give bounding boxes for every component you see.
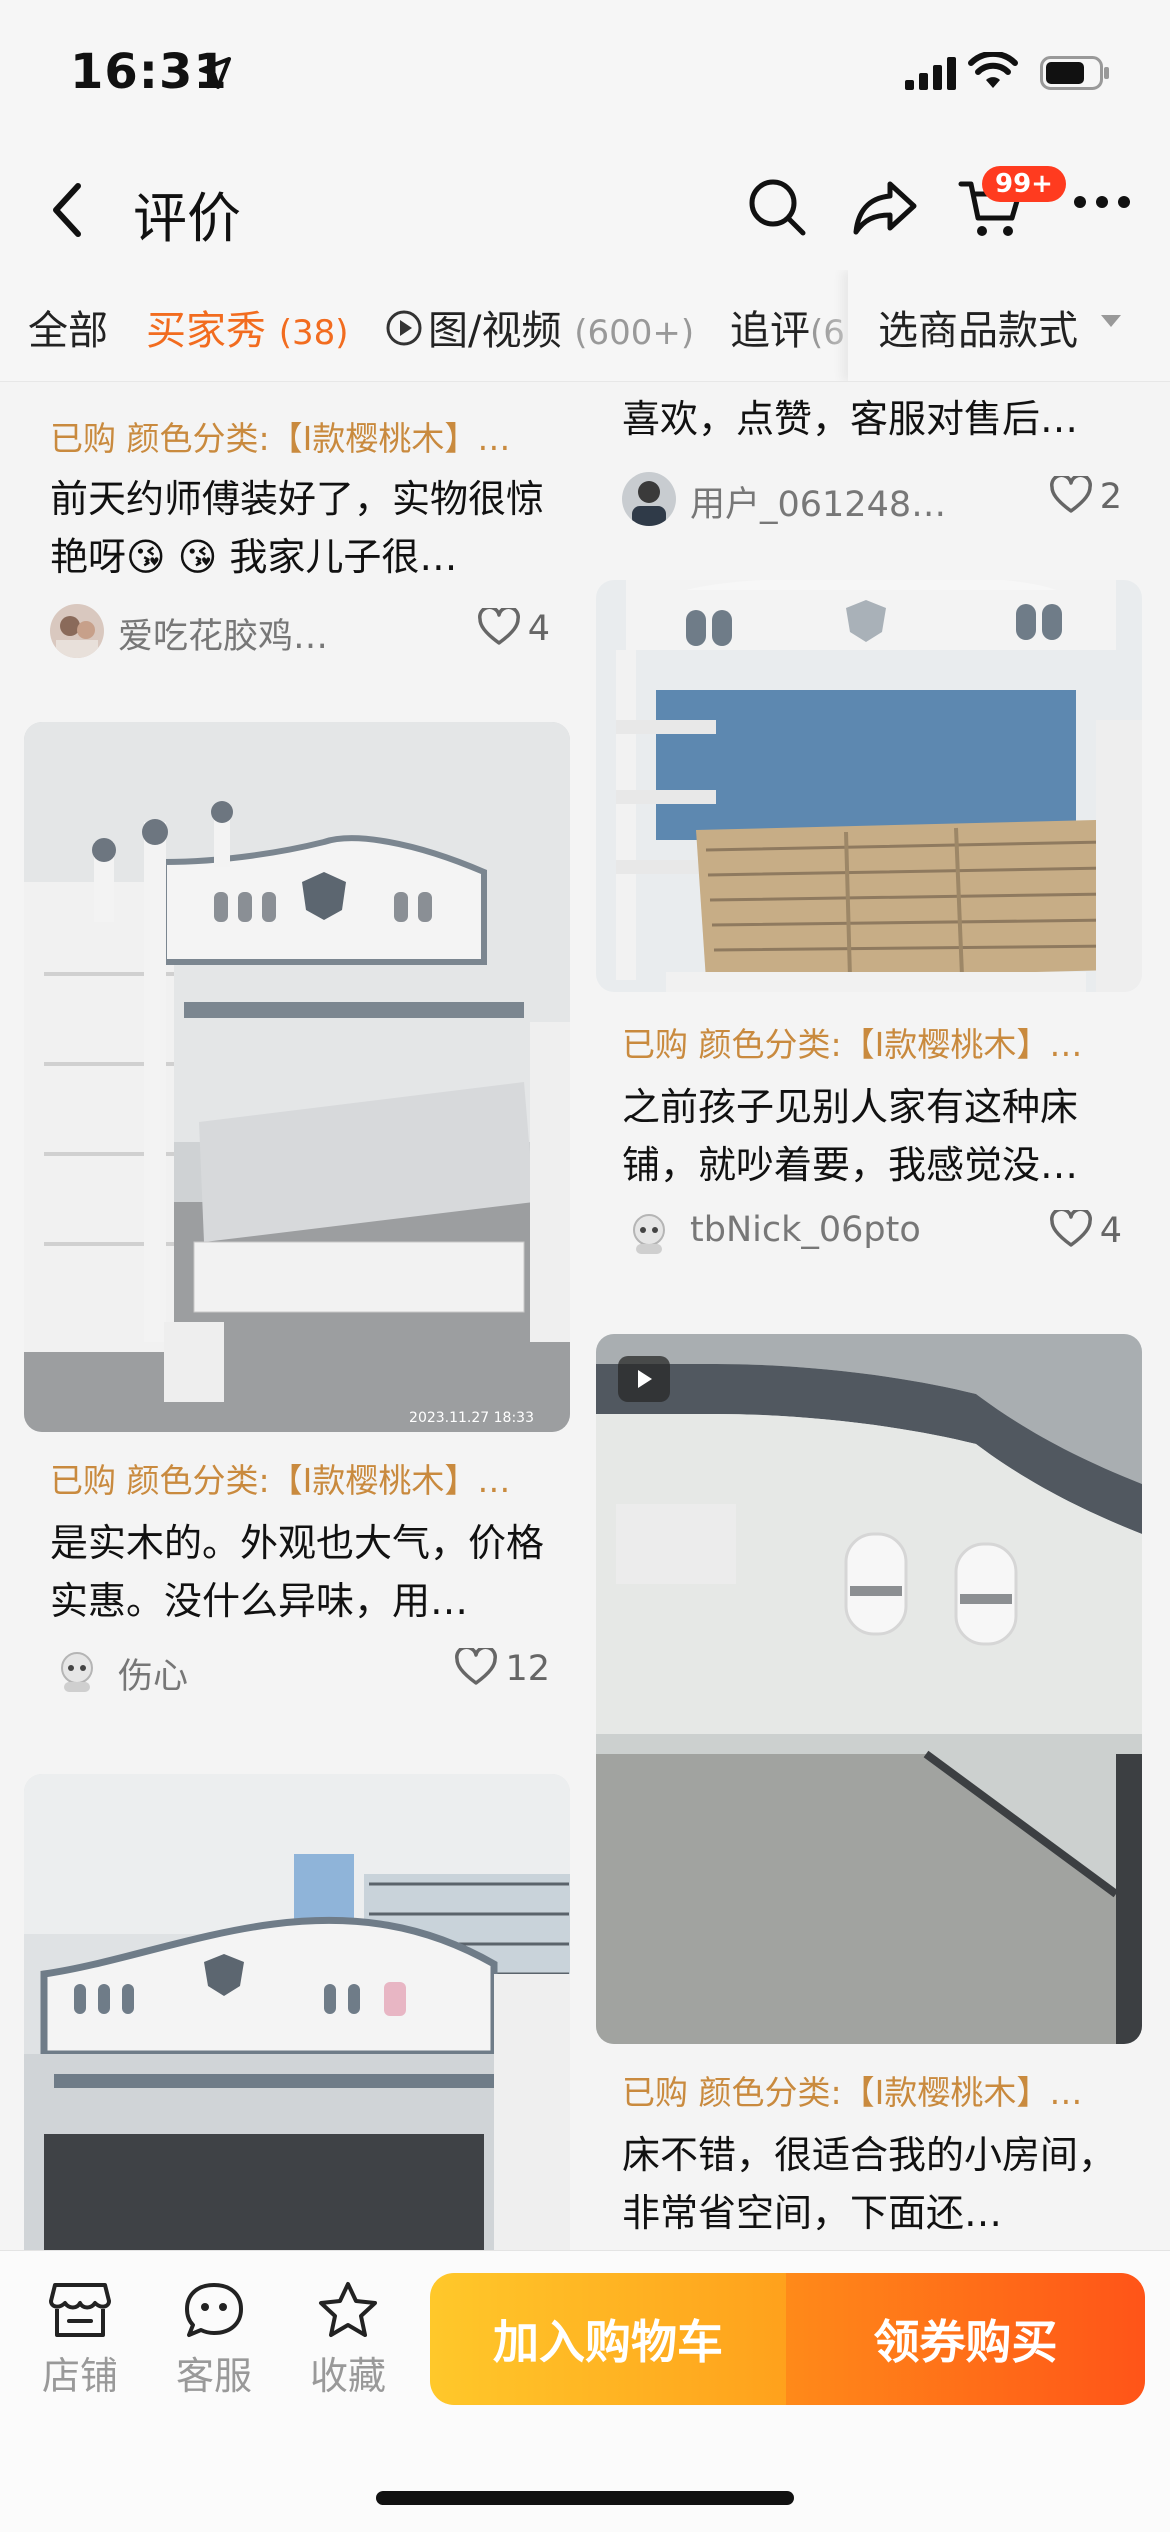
heart-icon [455, 1645, 498, 1685]
store-label: 店铺 [41, 2354, 118, 2398]
review-text: 前天约师傅装好了，实物很惊艳呀😘 😘 我家儿子很… [50, 477, 545, 579]
review-user: tbNick_06pto 4 [622, 1204, 1122, 1260]
filter-tabs: 全部 买家秀 (38) 图/视频 (600+) 追评(6 选商品款式 [0, 270, 1170, 382]
review-text: 之前孩子见别人家有这种床铺，就吵着要，我感觉没… [622, 1085, 1079, 1187]
review-user: 用户_061248… 2 [622, 470, 1122, 526]
like-count: 4 [1099, 1211, 1122, 1251]
review-video[interactable] [596, 1334, 1142, 2044]
favorite-button[interactable]: 收藏 [298, 2281, 398, 2400]
tab-count: (600+) [574, 313, 695, 353]
like-count: 4 [527, 609, 550, 649]
tab-all[interactable]: 全部 [28, 298, 108, 356]
star-icon [319, 2282, 377, 2337]
back-arrow-icon[interactable] [48, 180, 84, 240]
service-label: 客服 [175, 2354, 252, 2398]
review-username: tbNick_06pto [690, 1210, 921, 1250]
review-photo[interactable] [24, 1774, 570, 2250]
home-indicator[interactable] [376, 2491, 794, 2505]
review-photo[interactable] [596, 580, 1142, 992]
avatar [50, 604, 104, 658]
customer-service-button[interactable]: 客服 [164, 2281, 264, 2400]
style-selector-label: 选商品款式 [878, 308, 1078, 354]
review-username: 用户_061248… [690, 485, 947, 525]
purchase-buttons: 加入购物车 领券购买 [430, 2273, 1145, 2405]
cart-count-badge: 99+ [982, 166, 1066, 202]
like-button[interactable]: 4 [477, 605, 550, 649]
heart-icon [477, 605, 520, 645]
review-card[interactable]: 2023.11.27 18:33 已购 颜色分类:【I款樱桃木】… 是实木的。外… [24, 722, 570, 1722]
photo-timestamp: 2023.11.27 18:33 [409, 1410, 534, 1426]
review-photo[interactable]: 2023.11.27 18:33 [24, 722, 570, 1432]
like-button[interactable]: 4 [1049, 1207, 1122, 1251]
review-username: 爱吃花胶鸡… [118, 617, 329, 657]
review-card[interactable]: 已购 颜色分类:【I款樱桃木】… 之前孩子见别人家有这种床铺，就吵着要，我感觉没… [596, 580, 1142, 1300]
like-button[interactable]: 2 [1049, 473, 1122, 517]
share-icon[interactable] [852, 178, 918, 238]
review-user: 伤心 12 [50, 1642, 550, 1698]
cellular-signal-icon [905, 57, 956, 90]
bottom-action-bar: 店铺 客服 收藏 加入购物车 领券购买 [0, 2250, 1170, 2532]
review-text: 床不错，很适合我的小房间，非常省空间，下面还… [622, 2133, 1117, 2235]
caret-down-icon [1101, 315, 1121, 327]
review-user: 爱吃花胶鸡… 4 [50, 602, 550, 658]
tab-count: (38) [278, 313, 349, 353]
video-badge [618, 1356, 670, 1402]
heart-icon [1049, 1207, 1092, 1247]
review-card[interactable]: 已购 颜色分类:【I款樱桃木】… 前天约师傅装好了，实物很惊艳呀😘 😘 我家儿子… [24, 382, 570, 672]
review-spec: 已购 颜色分类:【I款樱桃木】… [50, 419, 511, 458]
like-count: 12 [505, 1649, 550, 1689]
review-username: 伤心 [118, 1657, 189, 1697]
page-title: 评价 [133, 187, 241, 250]
heart-icon [1049, 473, 1092, 513]
search-icon[interactable] [746, 176, 808, 238]
like-count: 2 [1099, 477, 1122, 517]
review-card[interactable]: 喜欢，点赞，客服对售后… 用户_061248… 2 [596, 382, 1142, 552]
coupon-buy-button[interactable]: 领券购买 [786, 2273, 1145, 2405]
store-button[interactable]: 店铺 [30, 2281, 130, 2400]
store-icon [49, 2283, 111, 2337]
avatar [622, 1206, 676, 1260]
avatar [622, 472, 676, 526]
top-nav: 评价 99+ [0, 150, 1170, 270]
wifi-icon [968, 52, 1018, 88]
more-menu-icon[interactable] [1072, 194, 1132, 210]
review-card[interactable]: 已购 颜色分类:【I款樱桃木】… 床不错，很适合我的小房间，非常省空间，下面还… [596, 1334, 1142, 2250]
review-card[interactable] [24, 1774, 570, 2250]
tab-photo-video[interactable]: 图/视频 (600+) [384, 298, 694, 356]
status-bar: 16:31 [0, 0, 1170, 150]
review-text: 喜欢，点赞，客服对售后… [622, 397, 1079, 441]
review-text: 是实木的。外观也大气，价格实惠。没什么异味，用… [50, 1521, 545, 1623]
play-circle-icon [386, 310, 422, 346]
chat-face-icon [185, 2283, 243, 2337]
like-button[interactable]: 12 [455, 1645, 550, 1689]
review-spec: 已购 颜色分类:【I款樱桃木】… [50, 1461, 511, 1500]
avatar [50, 1644, 104, 1698]
style-selector[interactable]: 选商品款式 [848, 270, 1170, 381]
tab-buyer-show[interactable]: 买家秀 (38) [146, 298, 349, 356]
add-to-cart-button[interactable]: 加入购物车 [430, 2273, 786, 2405]
review-grid: 已购 颜色分类:【I款樱桃木】… 前天约师傅装好了，实物很惊艳呀😘 😘 我家儿子… [0, 382, 1170, 2250]
favorite-label: 收藏 [309, 2354, 386, 2398]
location-arrow-icon [199, 57, 231, 89]
review-spec: 已购 颜色分类:【I款樱桃木】… [622, 2073, 1083, 2112]
play-icon [638, 1370, 652, 1388]
battery-icon [1040, 56, 1109, 90]
review-spec: 已购 颜色分类:【I款樱桃木】… [622, 1025, 1083, 1064]
